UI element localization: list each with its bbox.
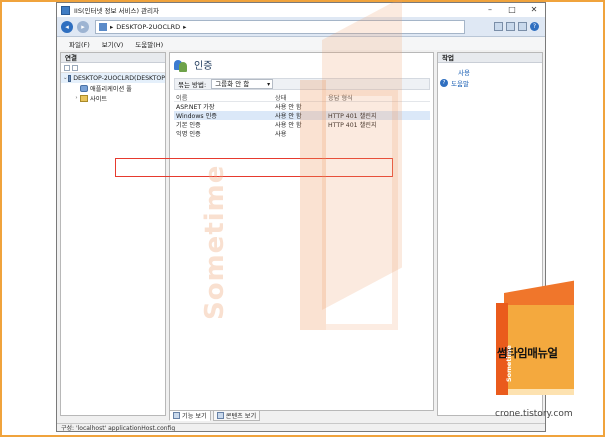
sites-icon	[80, 94, 88, 102]
logo-url: crone.tistory.com	[495, 409, 573, 419]
action-enable[interactable]: 사용	[438, 66, 542, 77]
group-by-select[interactable]: 그룹화 안 함	[211, 79, 274, 89]
row-state: 사용 안 함	[275, 113, 302, 120]
stop-icon[interactable]	[506, 22, 515, 31]
action-label: 도움말	[451, 79, 469, 88]
tab-label: 콘텐츠 보기	[225, 413, 257, 420]
title-bar: IIS(인터넷 정보 서비스) 관리자 – □ ✕	[57, 3, 545, 17]
action-help[interactable]: ? 도움말	[438, 77, 542, 88]
table-header: 이름 상태 응답 형식	[174, 93, 430, 102]
help-icon[interactable]: ?	[530, 22, 539, 31]
tree-item-app-pools[interactable]: 애플리케이션 풀	[61, 83, 165, 93]
table-row[interactable]: ASP.NET 가장 사용 안 함	[174, 102, 430, 111]
row-type: HTTP 401 챌린지	[328, 113, 377, 120]
tab-label: 기능 보기	[182, 413, 207, 420]
forward-button[interactable]: ▸	[77, 20, 89, 33]
tree-item-server[interactable]: ⌄ DESKTOP-2UOCLRD(DESKTOP	[61, 73, 165, 83]
group-by-label: 묶는 방법:	[178, 81, 207, 89]
status-bar: 구성: 'localhost' applicationHost.config	[57, 423, 545, 431]
menu-help[interactable]: 도움말(H)	[135, 39, 163, 49]
row-name: Windows 인증	[176, 113, 217, 120]
connections-header: 연결	[61, 53, 165, 63]
content-view-icon	[216, 412, 224, 419]
menu-bar: 파일(F) 보기(V) 도움말(H)	[57, 37, 545, 50]
address-bar: ◂ ▸ ▸ DESKTOP-2UOCLRD ▸ ?	[57, 17, 545, 37]
save-icon[interactable]	[72, 64, 78, 71]
row-name: ASP.NET 가장	[176, 104, 215, 111]
watermark-text: Sometime	[200, 164, 230, 320]
row-type: HTTP 401 챌린지	[328, 122, 377, 129]
iis-manager-window: IIS(인터넷 정보 서비스) 관리자 – □ ✕ ◂ ▸ ▸ DESKTOP-…	[56, 2, 546, 432]
minimize-button[interactable]: –	[479, 3, 501, 17]
page-title: 인증	[194, 61, 213, 72]
server-icon	[99, 22, 107, 31]
home-icon[interactable]	[518, 22, 527, 31]
close-button[interactable]: ✕	[523, 3, 545, 17]
address-separator-end: ▸	[183, 22, 187, 31]
view-tabs: 기능 보기 콘텐츠 보기	[169, 410, 262, 421]
iis-app-icon	[61, 5, 70, 15]
action-label: 사용	[458, 68, 470, 77]
help-icon: ?	[440, 78, 448, 87]
address-separator: ▸	[110, 22, 114, 31]
column-state[interactable]: 상태	[275, 93, 328, 102]
maximize-button[interactable]: □	[501, 3, 523, 17]
tree-item-sites[interactable]: › 사이트	[61, 93, 165, 103]
back-button[interactable]: ◂	[61, 20, 73, 33]
menu-file[interactable]: 파일(F)	[69, 39, 90, 49]
tree-item-label: 사이트	[90, 95, 108, 103]
tab-features-view[interactable]: 기능 보기	[169, 410, 211, 421]
app-pool-icon	[80, 84, 88, 92]
row-state: 사용	[275, 131, 287, 138]
table-row[interactable]: Windows 인증 사용 안 함 HTTP 401 챌린지	[174, 111, 430, 120]
address-field[interactable]: ▸ DESKTOP-2UOCLRD ▸	[95, 19, 465, 34]
tree-item-label: 애플리케이션 풀	[90, 85, 132, 93]
connections-toolbar	[61, 63, 165, 73]
table-row[interactable]: 기본 인증 사용 안 함 HTTP 401 챌린지	[174, 120, 430, 129]
feature-header: 인증	[174, 57, 212, 72]
menu-view[interactable]: 보기(V)	[102, 39, 123, 49]
column-response-type[interactable]: 응답 형식	[328, 93, 428, 102]
expand-arrow-icon[interactable]: ›	[73, 95, 80, 101]
logo-vertical-text: Sometime	[505, 345, 513, 382]
address-path: DESKTOP-2UOCLRD	[116, 22, 181, 31]
server-icon	[67, 74, 72, 82]
column-name[interactable]: 이름	[174, 93, 275, 102]
tab-content-view[interactable]: 콘텐츠 보기	[212, 410, 261, 421]
table-row[interactable]: 익명 인증 사용	[174, 129, 430, 138]
connections-panel: 연결 ⌄ DESKTOP-2UOCLRD(DESKTOP 애플리케이션 풀 › …	[60, 52, 166, 416]
actions-header: 작업	[438, 53, 542, 63]
tree-item-label: DESKTOP-2UOCLRD(DESKTOP	[73, 74, 165, 82]
row-state: 사용 안 함	[275, 104, 302, 111]
authentication-table: 이름 상태 응답 형식 ASP.NET 가장 사용 안 함 Windows 인증…	[174, 93, 430, 138]
window-title: IIS(인터넷 정보 서비스) 관리자	[74, 7, 160, 15]
authentication-icon	[174, 58, 188, 72]
features-view-icon	[173, 412, 180, 419]
row-name: 익명 인증	[176, 131, 201, 138]
connect-icon[interactable]	[64, 64, 70, 71]
refresh-icon[interactable]	[494, 22, 503, 31]
row-state: 사용 안 함	[275, 122, 302, 129]
row-name: 기본 인증	[176, 122, 201, 129]
group-by-bar: 묶는 방법: 그룹화 안 함	[174, 78, 430, 90]
